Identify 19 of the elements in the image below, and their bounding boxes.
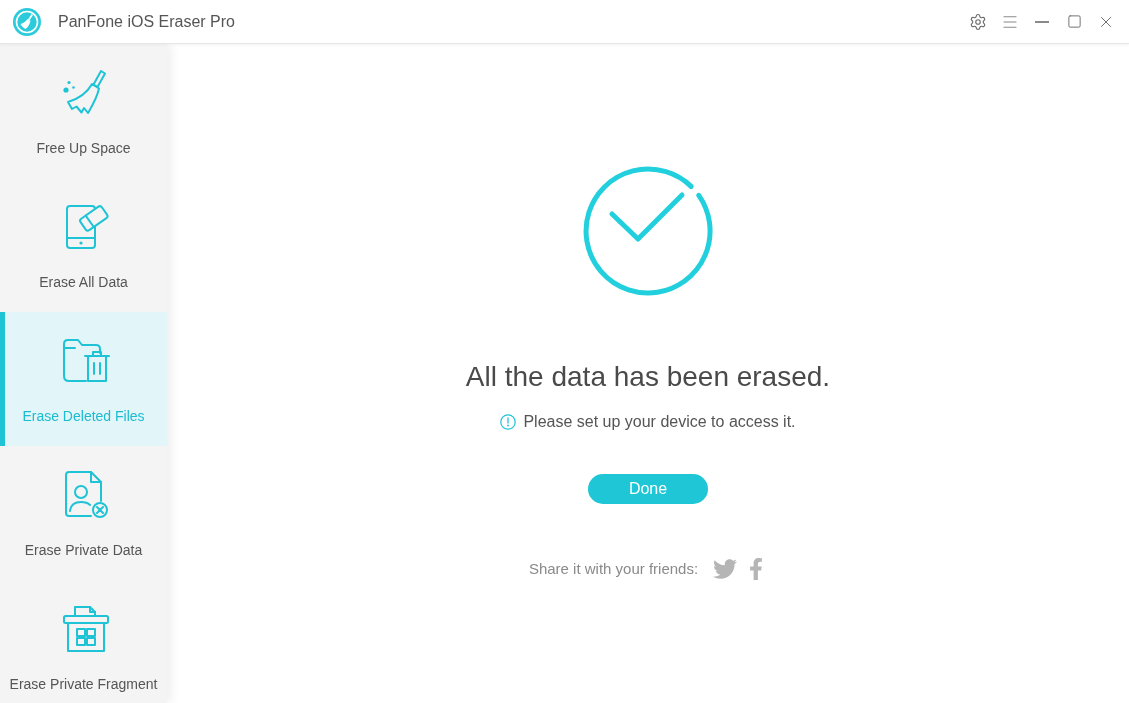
maximize-button[interactable] (1065, 12, 1083, 31)
hint-text: Please set up your device to access it. (523, 412, 796, 432)
settings-icon (969, 12, 987, 31)
result-heading: All the data has been erased. (465, 360, 831, 394)
bird-icon (713, 557, 738, 581)
maximize-icon (1066, 14, 1082, 29)
share-label: Share it with your friends: (528, 558, 699, 579)
sidebar-item[interactable]: Erase Private Fragment (0, 580, 167, 703)
sidebar-item[interactable]: Free Up Space (0, 44, 167, 178)
sidebar-item[interactable]: Erase All Data (0, 178, 167, 312)
window-title: PanFone iOS Eraser Pro (58, 11, 235, 32)
info-icon (500, 414, 517, 430)
minimize-icon (1035, 20, 1049, 23)
success-check-icon (583, 166, 713, 296)
settings-button[interactable] (969, 12, 987, 31)
twitter-link[interactable] (713, 557, 738, 581)
app-logo-icon (13, 7, 41, 36)
sidebar-item[interactable]: Erase Private Data (0, 446, 167, 580)
archive-box-icon (61, 604, 111, 654)
